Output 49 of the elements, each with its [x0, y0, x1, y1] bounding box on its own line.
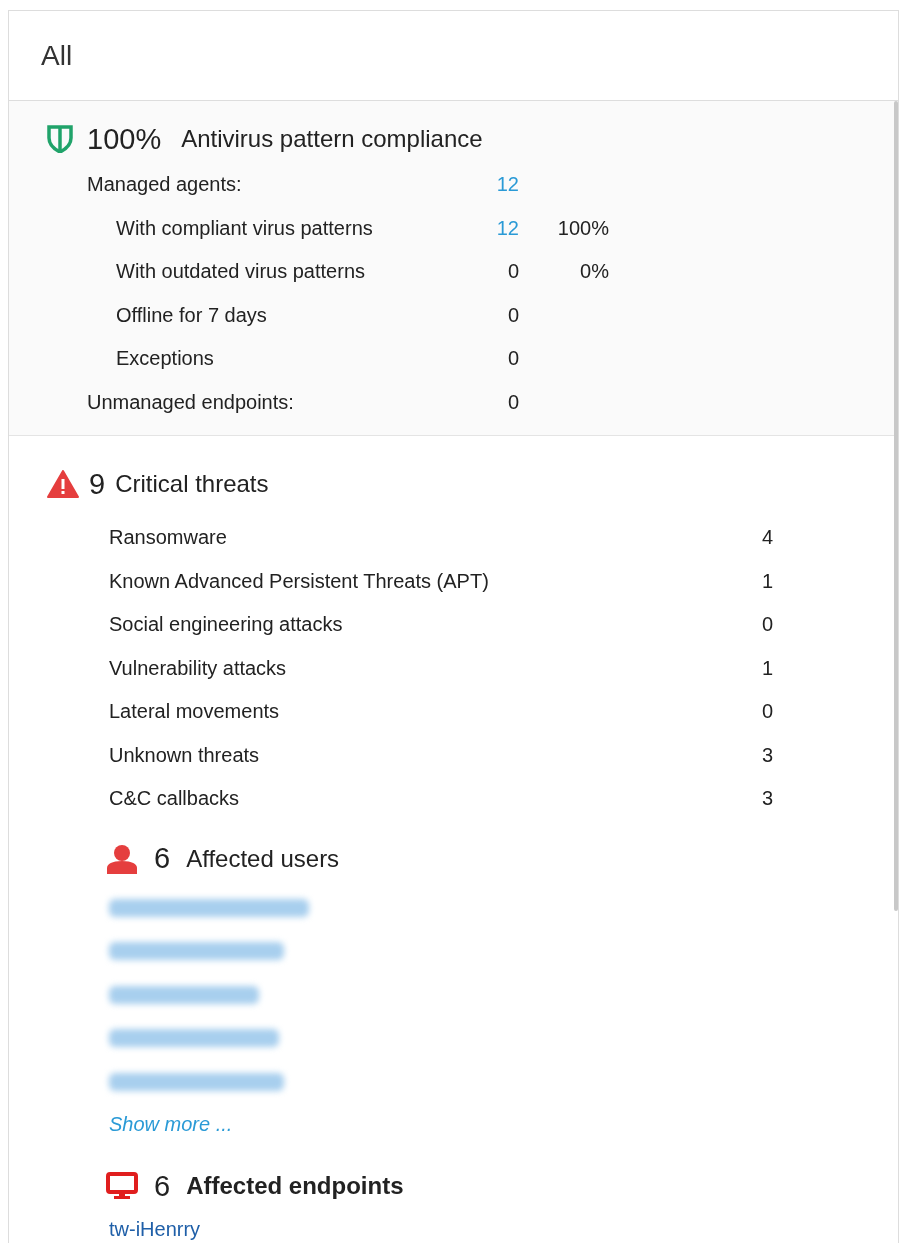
show-more-link[interactable]: Show more ...	[109, 1104, 233, 1144]
section-title: Critical threats	[115, 470, 269, 498]
user-count: 6	[154, 842, 171, 875]
redacted-user-link[interactable]	[109, 942, 284, 960]
row-label: With compliant virus patterns	[115, 215, 374, 241]
redacted-user-link[interactable]	[109, 1029, 279, 1047]
percent-value: 100%	[556, 215, 609, 241]
row-label: Exceptions	[115, 346, 215, 371]
user-icon	[106, 843, 138, 874]
threat-count: 3	[760, 742, 773, 768]
compliance-percent: 100%	[87, 122, 162, 156]
row-label: Offline for 7 days	[115, 302, 268, 328]
row-label: Managed agents:	[87, 172, 243, 197]
endpoint-count: 6	[154, 1169, 171, 1203]
endpoint-link[interactable]: tw-iHenrry	[109, 1214, 201, 1243]
shield-icon	[47, 125, 73, 153]
redacted-user-link[interactable]	[109, 1072, 284, 1091]
row-label: Unmanaged endpoints:	[87, 389, 295, 415]
section-title: Antivirus pattern compliance	[181, 125, 483, 153]
count-value: 0	[506, 302, 519, 328]
threat-label: Vulnerability attacks	[109, 655, 288, 681]
subsection-title: Affected endpoints	[186, 1172, 404, 1200]
threat-label: Social engineering attacks	[109, 612, 344, 637]
threat-label: C&C callbacks	[109, 786, 241, 811]
count-value: 0	[506, 346, 519, 371]
threat-label: Lateral movements	[109, 699, 281, 724]
threat-count: 0	[760, 612, 773, 637]
threat-count: 0	[760, 699, 773, 724]
threat-label: Ransomware	[109, 525, 228, 550]
threat-label: Unknown threats	[109, 742, 261, 768]
warning-icon	[47, 470, 79, 498]
threat-count: 9	[89, 467, 106, 501]
threat-count: 3	[760, 786, 773, 811]
subsection-title: Affected users	[186, 844, 340, 873]
count-value: 0	[506, 259, 519, 284]
redacted-user-link[interactable]	[109, 985, 259, 1004]
scrollbar[interactable]	[894, 101, 898, 911]
panel-title: All	[41, 39, 73, 72]
threat-count: 4	[760, 525, 773, 550]
row-label: With outdated virus patterns	[115, 259, 366, 284]
count-value: 0	[506, 389, 519, 415]
threat-label: Known Advanced Persistent Threats (APT)	[109, 568, 490, 594]
threat-count: 1	[760, 655, 773, 681]
count-link[interactable]: 12	[467, 163, 519, 207]
count-link[interactable]: 12	[467, 206, 519, 250]
redacted-user-link[interactable]	[109, 898, 309, 917]
monitor-icon	[106, 1172, 138, 1200]
percent-value: 0%	[579, 259, 609, 284]
threat-count: 1	[760, 568, 773, 594]
